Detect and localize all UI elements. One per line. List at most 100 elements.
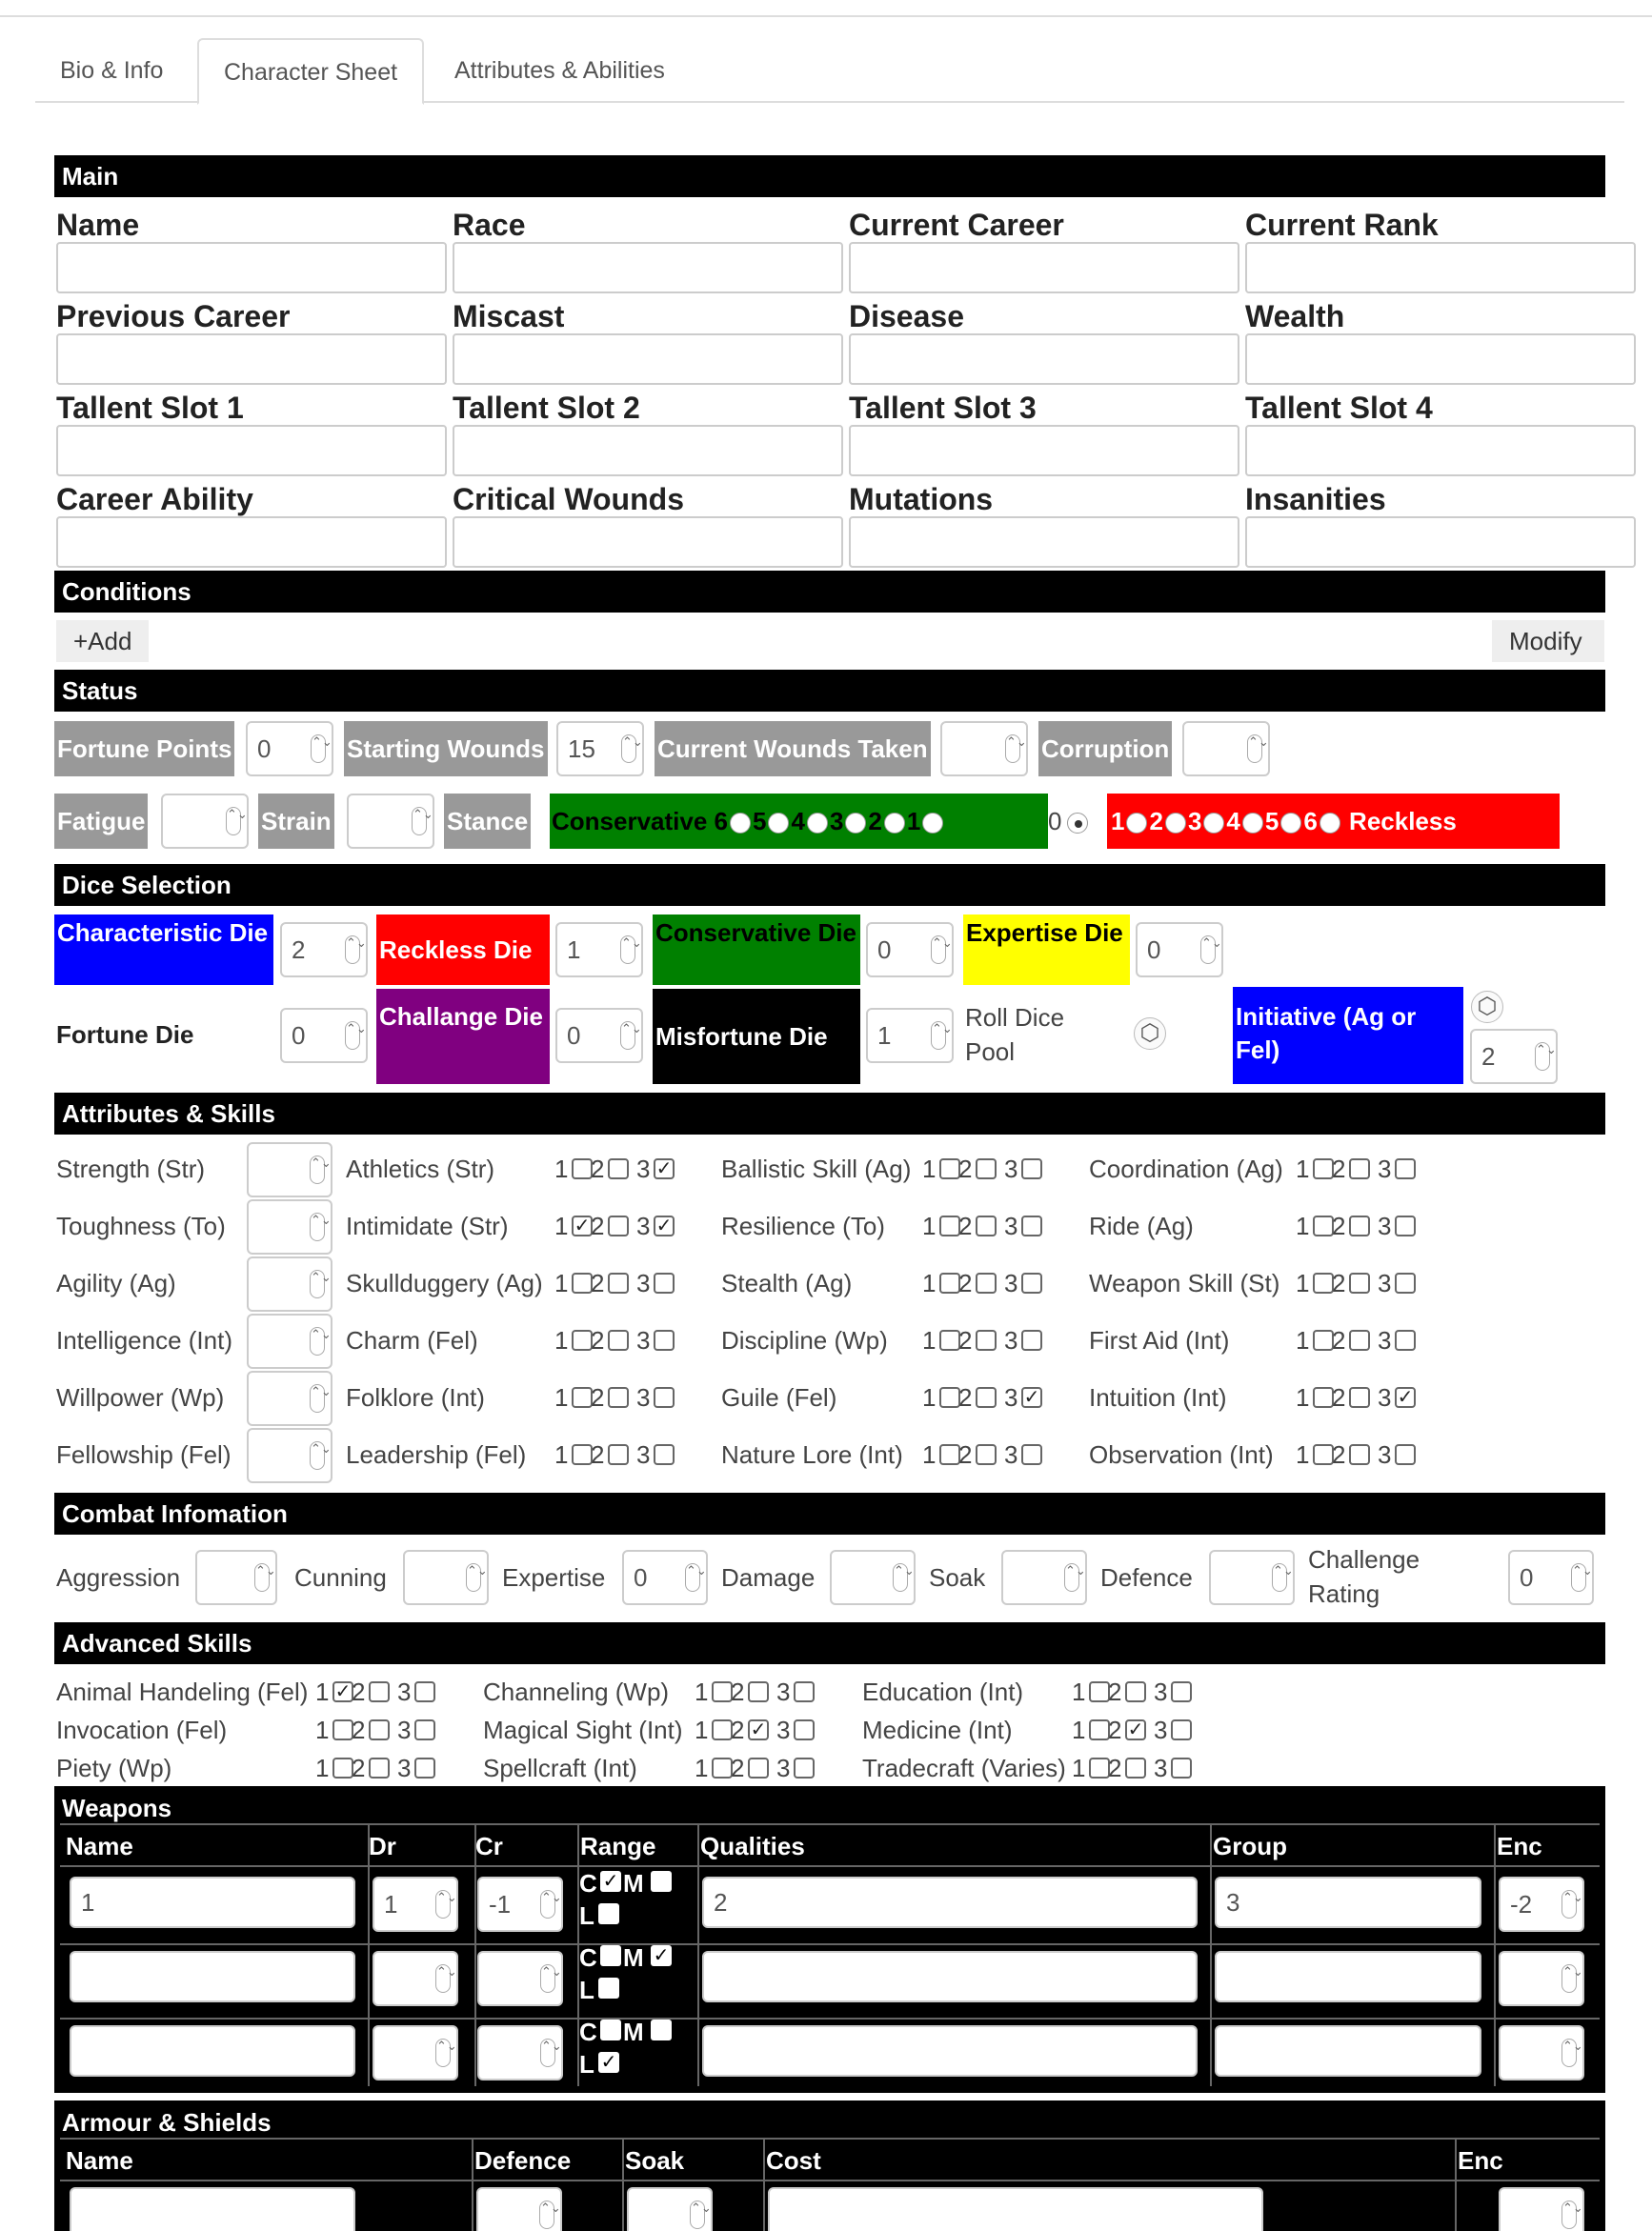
weapon-dr-input[interactable]: 1 ⌃⌄ bbox=[373, 1877, 458, 1932]
rank-checkbox[interactable] bbox=[1021, 1444, 1042, 1465]
spinner-icon[interactable]: ⌃⌄ bbox=[412, 807, 433, 835]
rank-checkbox[interactable] bbox=[1313, 1444, 1334, 1465]
weapon-qualities-input[interactable]: 2 bbox=[702, 1877, 1198, 1928]
rank-checkbox[interactable] bbox=[1089, 1719, 1110, 1740]
armour-enc-input[interactable]: ⌃⌄ bbox=[1499, 2187, 1584, 2231]
rank-checkbox[interactable] bbox=[654, 1444, 675, 1465]
rank-checkbox[interactable] bbox=[1313, 1330, 1334, 1351]
rank-checkbox[interactable] bbox=[976, 1158, 997, 1179]
spinner-icon[interactable]: ⌃⌄ bbox=[310, 1213, 332, 1241]
stance-radio-selected[interactable] bbox=[1067, 813, 1089, 834]
rank-checkbox[interactable] bbox=[1313, 1158, 1334, 1179]
rank-checkbox[interactable] bbox=[1395, 1273, 1416, 1294]
rank-checkbox[interactable] bbox=[1349, 1387, 1370, 1408]
spinner-icon[interactable]: ⌃⌄ bbox=[310, 1384, 332, 1413]
rank-checkbox[interactable] bbox=[712, 1681, 733, 1702]
field-input[interactable] bbox=[453, 425, 843, 476]
stance-radio[interactable] bbox=[1164, 813, 1186, 834]
rank-checkbox[interactable] bbox=[976, 1273, 997, 1294]
add-condition-button[interactable]: +Add bbox=[56, 620, 150, 662]
rank-checkbox[interactable]: ✓ bbox=[572, 1216, 593, 1236]
rank-checkbox[interactable] bbox=[976, 1216, 997, 1236]
rank-checkbox[interactable] bbox=[369, 1719, 390, 1740]
spinner-icon[interactable]: ⌃⌄ bbox=[1561, 2039, 1583, 2067]
expertise-input[interactable]: 0 ⌃⌄ bbox=[622, 1550, 708, 1605]
stance-radio[interactable] bbox=[1280, 813, 1302, 834]
rank-checkbox[interactable]: ✓ bbox=[332, 1681, 353, 1702]
challenge-rating-input[interactable]: 0 ⌃⌄ bbox=[1508, 1550, 1594, 1605]
reckless-die-input[interactable]: 1 ⌃⌄ bbox=[555, 922, 643, 977]
spinner-icon[interactable]: ⌃⌄ bbox=[1571, 1563, 1593, 1592]
rank-checkbox[interactable] bbox=[976, 1387, 997, 1408]
weapon-dr-input[interactable]: ⌃⌄ bbox=[373, 2025, 458, 2080]
rank-checkbox[interactable] bbox=[1395, 1444, 1416, 1465]
rank-checkbox[interactable] bbox=[608, 1330, 629, 1351]
starting-wounds-input[interactable]: 15 ⌃⌄ bbox=[556, 721, 644, 776]
range-c-checkbox[interactable] bbox=[600, 2020, 621, 2040]
spinner-icon[interactable]: ⌃⌄ bbox=[1535, 1042, 1557, 1071]
challange-die-input[interactable]: 0 ⌃⌄ bbox=[555, 1008, 643, 1063]
spinner-icon[interactable]: ⌃⌄ bbox=[620, 1021, 642, 1050]
defence-input[interactable]: ⌃⌄ bbox=[1209, 1550, 1295, 1605]
armour-name-input[interactable] bbox=[70, 2187, 355, 2231]
spinner-icon[interactable]: ⌃⌄ bbox=[435, 1890, 457, 1919]
armour-defence-input[interactable]: ⌃⌄ bbox=[476, 2187, 562, 2231]
range-c-checkbox[interactable] bbox=[600, 1945, 621, 1966]
range-m-checkbox[interactable] bbox=[651, 2020, 672, 2040]
spinner-icon[interactable]: ⌃⌄ bbox=[690, 2201, 712, 2229]
weapon-name-input[interactable]: 1 bbox=[70, 1877, 355, 1928]
expertise-die-input[interactable]: 0 ⌃⌄ bbox=[1136, 922, 1223, 977]
weapon-cr-input[interactable]: ⌃⌄ bbox=[477, 2025, 563, 2080]
weapon-enc-input[interactable]: ⌃⌄ bbox=[1499, 2025, 1584, 2080]
stance-radio[interactable] bbox=[1319, 813, 1340, 834]
spinner-icon[interactable]: ⌃⌄ bbox=[466, 1563, 488, 1592]
stance-radio[interactable] bbox=[845, 813, 867, 834]
rank-checkbox[interactable] bbox=[1089, 1681, 1110, 1702]
stance-radio[interactable] bbox=[1126, 813, 1148, 834]
attribute-input[interactable]: ⌃⌄ bbox=[247, 1314, 332, 1369]
modify-condition-button[interactable]: Modify bbox=[1492, 620, 1604, 662]
spinner-icon[interactable]: ⌃⌄ bbox=[685, 1563, 707, 1592]
weapon-group-input[interactable] bbox=[1215, 1951, 1481, 2002]
initiative-input[interactable]: 2 ⌃⌄ bbox=[1470, 1029, 1558, 1084]
spinner-icon[interactable]: ⌃⌄ bbox=[1200, 935, 1222, 964]
spinner-icon[interactable]: ⌃⌄ bbox=[893, 1563, 915, 1592]
rank-checkbox[interactable] bbox=[608, 1444, 629, 1465]
field-input[interactable] bbox=[56, 425, 447, 476]
rank-checkbox[interactable] bbox=[1313, 1387, 1334, 1408]
field-input[interactable] bbox=[849, 516, 1239, 568]
field-input[interactable] bbox=[1245, 425, 1636, 476]
damage-input[interactable]: ⌃⌄ bbox=[830, 1550, 916, 1605]
rank-checkbox[interactable]: ✓ bbox=[1125, 1719, 1146, 1740]
tab-bio-info[interactable]: Bio & Info bbox=[35, 38, 188, 103]
spinner-icon[interactable]: ⌃⌄ bbox=[311, 734, 332, 763]
field-input[interactable] bbox=[1245, 516, 1636, 568]
rank-checkbox[interactable] bbox=[654, 1273, 675, 1294]
rank-checkbox[interactable] bbox=[1021, 1330, 1042, 1351]
strain-input[interactable]: ⌃⌄ bbox=[347, 794, 434, 849]
tab-character-sheet[interactable]: Character Sheet bbox=[197, 38, 425, 105]
fortune-die-input[interactable]: 0 ⌃⌄ bbox=[280, 1008, 368, 1063]
attribute-input[interactable]: ⌃⌄ bbox=[247, 1371, 332, 1426]
rank-checkbox[interactable] bbox=[748, 1681, 769, 1702]
stance-radio[interactable] bbox=[806, 813, 828, 834]
spinner-icon[interactable]: ⌃⌄ bbox=[1561, 1964, 1583, 1993]
rank-checkbox[interactable] bbox=[654, 1387, 675, 1408]
rank-checkbox[interactable] bbox=[939, 1273, 960, 1294]
rank-checkbox[interactable] bbox=[1349, 1273, 1370, 1294]
rank-checkbox[interactable] bbox=[1089, 1758, 1110, 1779]
aggression-input[interactable]: ⌃⌄ bbox=[195, 1550, 277, 1605]
weapon-name-input[interactable] bbox=[70, 1951, 355, 2002]
fortune-points-input[interactable]: 0 ⌃⌄ bbox=[246, 721, 333, 776]
rank-checkbox[interactable] bbox=[1171, 1758, 1192, 1779]
characteristic-die-input[interactable]: 2 ⌃⌄ bbox=[280, 922, 368, 977]
rank-checkbox[interactable] bbox=[794, 1681, 815, 1702]
weapon-group-input[interactable]: 3 bbox=[1215, 1877, 1481, 1928]
rank-checkbox[interactable] bbox=[1313, 1216, 1334, 1236]
spinner-icon[interactable]: ⌃⌄ bbox=[310, 1441, 332, 1470]
spinner-icon[interactable]: ⌃⌄ bbox=[254, 1563, 276, 1592]
rank-checkbox[interactable] bbox=[939, 1444, 960, 1465]
initiative-d20-icon[interactable]: ⬡ bbox=[1471, 991, 1503, 1023]
weapon-cr-input[interactable]: ⌃⌄ bbox=[477, 1951, 563, 2006]
weapon-enc-input[interactable]: -2 ⌃⌄ bbox=[1499, 1877, 1584, 1932]
